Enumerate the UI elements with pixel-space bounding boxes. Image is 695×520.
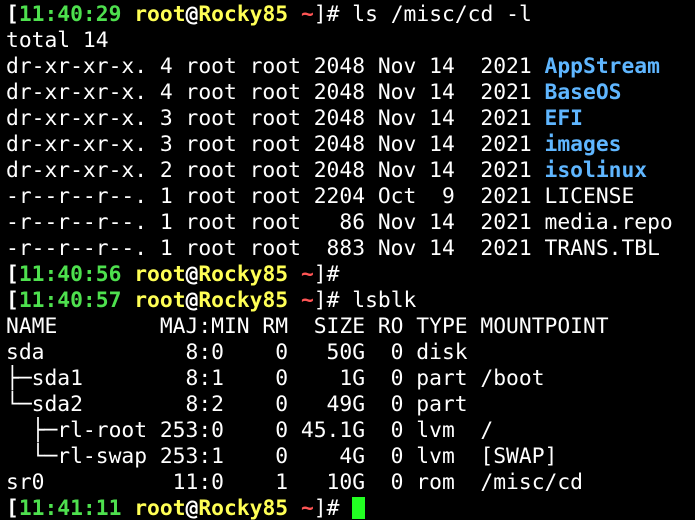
ls-entry-meta: dr-xr-xr-x. 4 root root 2048 Nov 14 2021 <box>6 80 545 105</box>
prompt-host: Rocky85 <box>198 262 289 287</box>
prompt-open-bracket: [ <box>6 288 19 313</box>
ls-entry-meta: -r--r--r--. 1 root root 2204 Oct 9 2021 <box>6 184 545 209</box>
prompt-user: root <box>134 262 186 287</box>
prompt-at: @ <box>185 288 199 313</box>
command-input[interactable] <box>339 496 352 520</box>
prompt-at: @ <box>185 262 199 287</box>
lsblk-row: ├─rl-root 253:0 0 45.1G 0 lvm / <box>6 418 494 443</box>
ls-entry-meta: -r--r--r--. 1 root root 883 Nov 14 2021 <box>6 236 545 261</box>
ls-entry-name: EFI <box>544 106 583 131</box>
prompt-time: 11:40:56 <box>18 262 122 287</box>
prompt-host: Rocky85 <box>198 2 289 27</box>
text-cursor <box>352 497 366 519</box>
prompt-open-bracket: [ <box>6 262 19 287</box>
prompt-dir: ~ <box>288 2 314 27</box>
lsblk-row: └─rl-swap 253:1 0 4G 0 lvm [SWAP] <box>6 444 558 469</box>
command-text: lsblk <box>339 288 417 313</box>
ls-entry-name: TRANS.TBL <box>544 236 660 261</box>
prompt-time: 11:40:57 <box>18 288 122 313</box>
ls-entry-meta: -r--r--r--. 1 root root 86 Nov 14 2021 <box>6 210 545 235</box>
ls-entry: dr-xr-xr-x. 3 root root 2048 Nov 14 2021… <box>6 132 695 158</box>
ls-entry-name: BaseOS <box>544 80 622 105</box>
lsblk-row: sda 8:0 0 50G 0 disk <box>6 340 468 365</box>
ls-entry-name: images <box>544 132 622 157</box>
prompt-user: root <box>134 496 186 520</box>
prompt-dir: ~ <box>288 262 314 287</box>
prompt-time: 11:40:29 <box>18 2 122 27</box>
ls-total: total 14 <box>6 28 109 53</box>
prompt-line: [11:40:57 root@Rocky85 ~]# lsblk <box>6 288 695 314</box>
prompt-line: [11:40:29 root@Rocky85 ~]# ls /misc/cd -… <box>6 2 695 28</box>
lsblk-row: ├─sda1 8:1 0 1G 0 part /boot <box>6 366 545 391</box>
lsblk-row: sr0 11:0 1 10G 0 rom /misc/cd <box>6 470 583 495</box>
ls-entry-name: AppStream <box>544 54 660 79</box>
lsblk-header: NAME MAJ:MIN RM SIZE RO TYPE MOUNTPOINT <box>6 314 609 339</box>
lsblk-row: └─sda2 8:2 0 49G 0 part <box>6 392 468 417</box>
prompt-at: @ <box>185 2 199 27</box>
prompt-time: 11:41:11 <box>18 496 122 520</box>
ls-entry-name: isolinux <box>544 158 648 183</box>
ls-entry: -r--r--r--. 1 root root 2204 Oct 9 2021 … <box>6 184 695 210</box>
ls-entry: -r--r--r--. 1 root root 883 Nov 14 2021 … <box>6 236 695 262</box>
prompt-user: root <box>134 2 186 27</box>
prompt-open-bracket: [ <box>6 496 19 520</box>
ls-entry: dr-xr-xr-x. 4 root root 2048 Nov 14 2021… <box>6 54 695 80</box>
ls-entry-name: media.repo <box>544 210 673 235</box>
ls-entry-meta: dr-xr-xr-x. 2 root root 2048 Nov 14 2021 <box>6 158 545 183</box>
prompt-line[interactable]: [11:41:11 root@Rocky85 ~]# <box>6 496 695 520</box>
ls-entry-meta: dr-xr-xr-x. 3 root root 2048 Nov 14 2021 <box>6 106 545 131</box>
prompt-close: ]# <box>313 262 340 287</box>
prompt-host: Rocky85 <box>198 288 289 313</box>
ls-entry: dr-xr-xr-x. 4 root root 2048 Nov 14 2021… <box>6 80 695 106</box>
command-text: ls /misc/cd -l <box>339 2 532 27</box>
ls-entry-meta: dr-xr-xr-x. 4 root root 2048 Nov 14 2021 <box>6 54 545 79</box>
prompt-at: @ <box>185 496 199 520</box>
prompt-close: ]# <box>313 2 340 27</box>
prompt-dir: ~ <box>288 288 314 313</box>
ls-entry: -r--r--r--. 1 root root 86 Nov 14 2021 m… <box>6 210 695 236</box>
ls-entry: dr-xr-xr-x. 2 root root 2048 Nov 14 2021… <box>6 158 695 184</box>
prompt-open-bracket: [ <box>6 2 19 27</box>
ls-entry-name: LICENSE <box>544 184 635 209</box>
prompt-close: ]# <box>313 496 340 520</box>
prompt-dir: ~ <box>288 496 314 520</box>
prompt-close: ]# <box>313 288 340 313</box>
ls-entry-meta: dr-xr-xr-x. 3 root root 2048 Nov 14 2021 <box>6 132 545 157</box>
prompt-host: Rocky85 <box>198 496 289 520</box>
terminal-window[interactable]: [11:40:29 root@Rocky85 ~]# ls /misc/cd -… <box>0 0 695 520</box>
prompt-user: root <box>134 288 186 313</box>
ls-entry: dr-xr-xr-x. 3 root root 2048 Nov 14 2021… <box>6 106 695 132</box>
prompt-line: [11:40:56 root@Rocky85 ~]# <box>6 262 695 288</box>
